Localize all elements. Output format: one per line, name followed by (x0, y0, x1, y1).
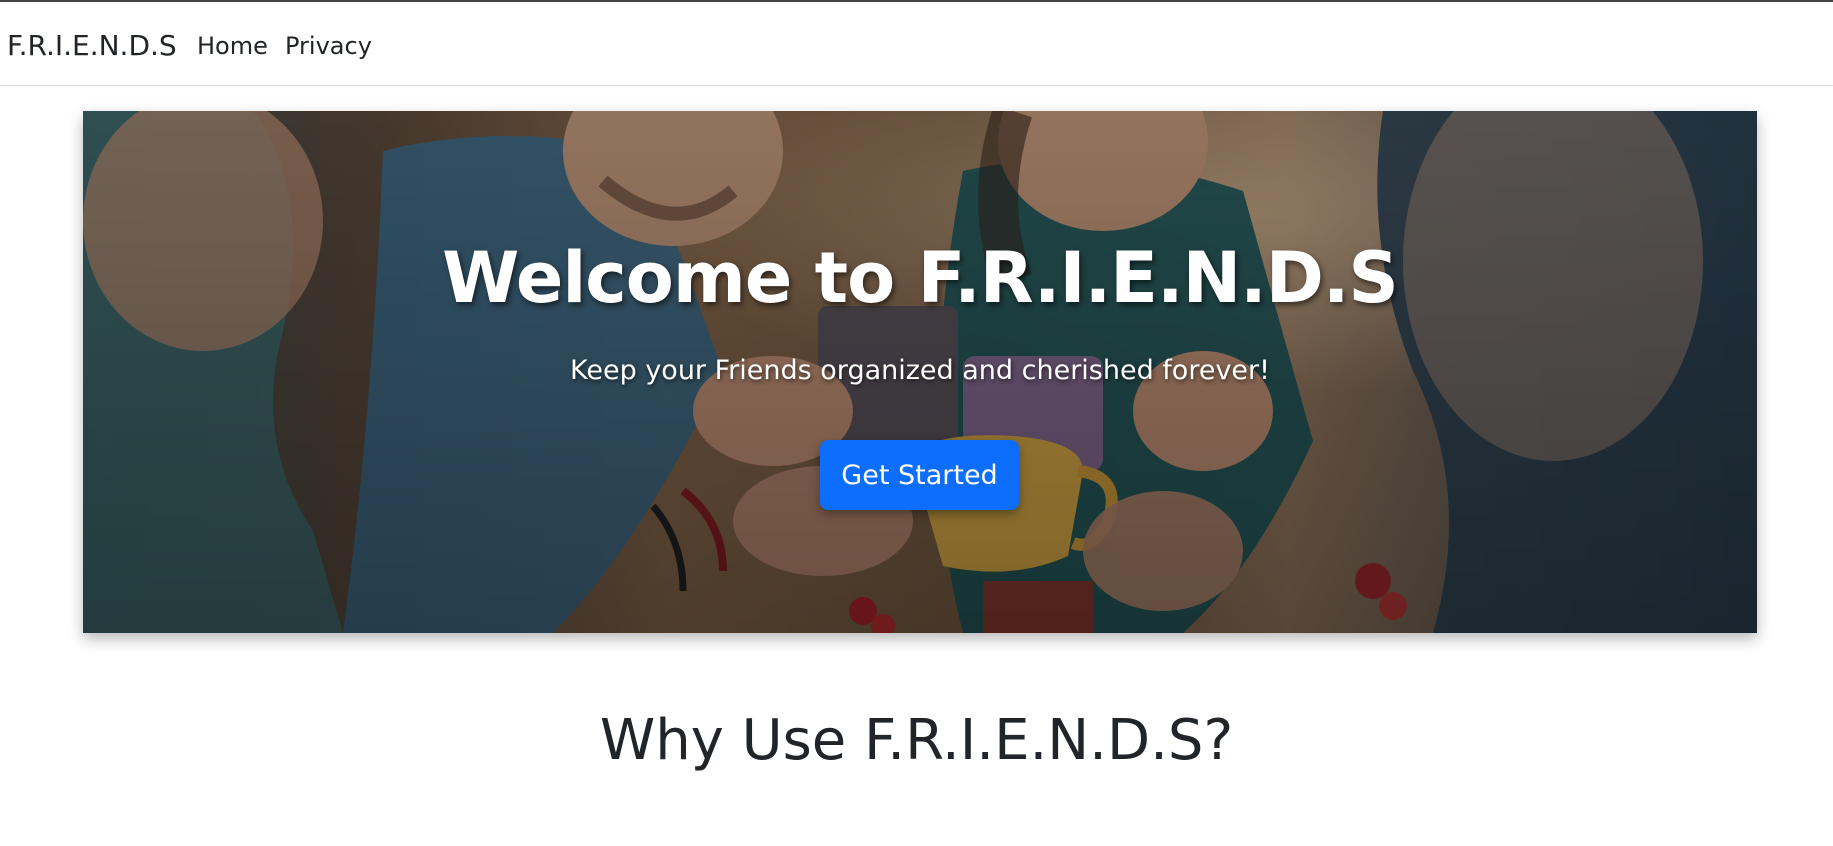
get-started-button[interactable]: Get Started (820, 440, 1019, 510)
nav-link-privacy[interactable]: Privacy (285, 32, 372, 60)
navbar: F.R.I.E.N.D.S Home Privacy (0, 2, 1833, 86)
hero-title: Welcome to F.R.I.E.N.D.S (442, 237, 1399, 319)
navbar-brand[interactable]: F.R.I.E.N.D.S (7, 29, 177, 62)
nav-link-home[interactable]: Home (197, 32, 268, 60)
hero-subtitle: Keep your Friends organized and cherishe… (570, 355, 1270, 386)
features-heading: Why Use F.R.I.E.N.D.S? (599, 708, 1234, 773)
hero-banner: Welcome to F.R.I.E.N.D.S Keep your Frien… (83, 111, 1757, 633)
